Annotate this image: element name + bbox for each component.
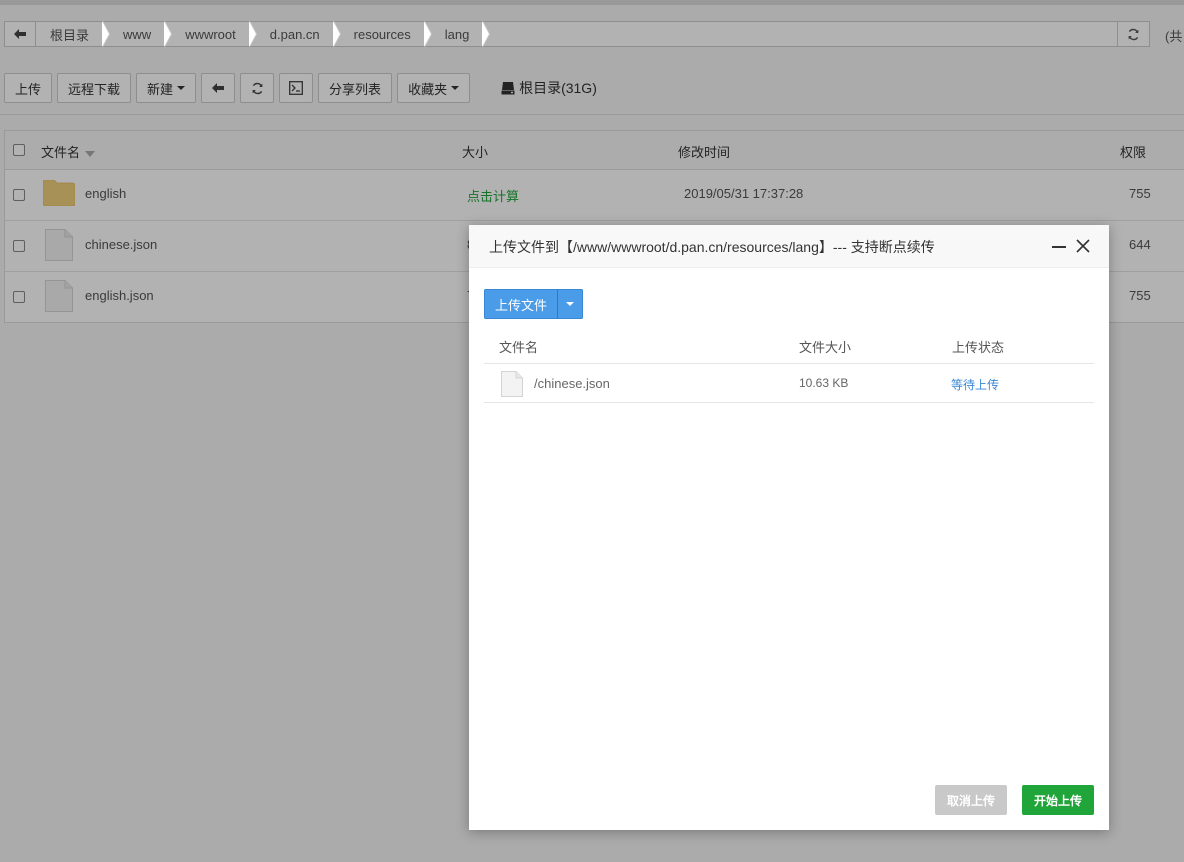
close-icon[interactable] (1075, 238, 1091, 254)
upload-col-status: 上传状态 (952, 340, 1005, 355)
start-upload-button[interactable]: 开始上传 (1022, 785, 1094, 815)
dialog-header: 上传文件到【/www/wwwroot/d.pan.cn/resources/la… (469, 225, 1109, 268)
caret-down-icon (566, 302, 575, 306)
upload-file-size: 10.63 KB (799, 376, 849, 390)
upload-file-button[interactable]: 上传文件 (484, 289, 558, 319)
minimize-icon[interactable] (1052, 246, 1066, 248)
upload-col-size: 文件大小 (799, 340, 852, 355)
upload-list-item: /chinese.json 10.63 KB 等待上传 (484, 364, 1094, 403)
upload-col-name: 文件名 (499, 340, 539, 355)
upload-options-dropdown[interactable] (557, 289, 584, 319)
dialog-title: 上传文件到【/www/wwwroot/d.pan.cn/resources/la… (489, 239, 935, 255)
cancel-upload-button[interactable]: 取消上传 (935, 785, 1007, 815)
upload-file-name: /chinese.json (534, 376, 610, 391)
upload-file-split-button: 上传文件 (484, 289, 584, 319)
upload-status: 等待上传 (951, 378, 1000, 392)
upload-dialog: 上传文件到【/www/wwwroot/d.pan.cn/resources/la… (469, 225, 1109, 830)
upload-list-header: 文件名 文件大小 上传状态 (484, 329, 1094, 364)
file-icon (501, 371, 523, 397)
